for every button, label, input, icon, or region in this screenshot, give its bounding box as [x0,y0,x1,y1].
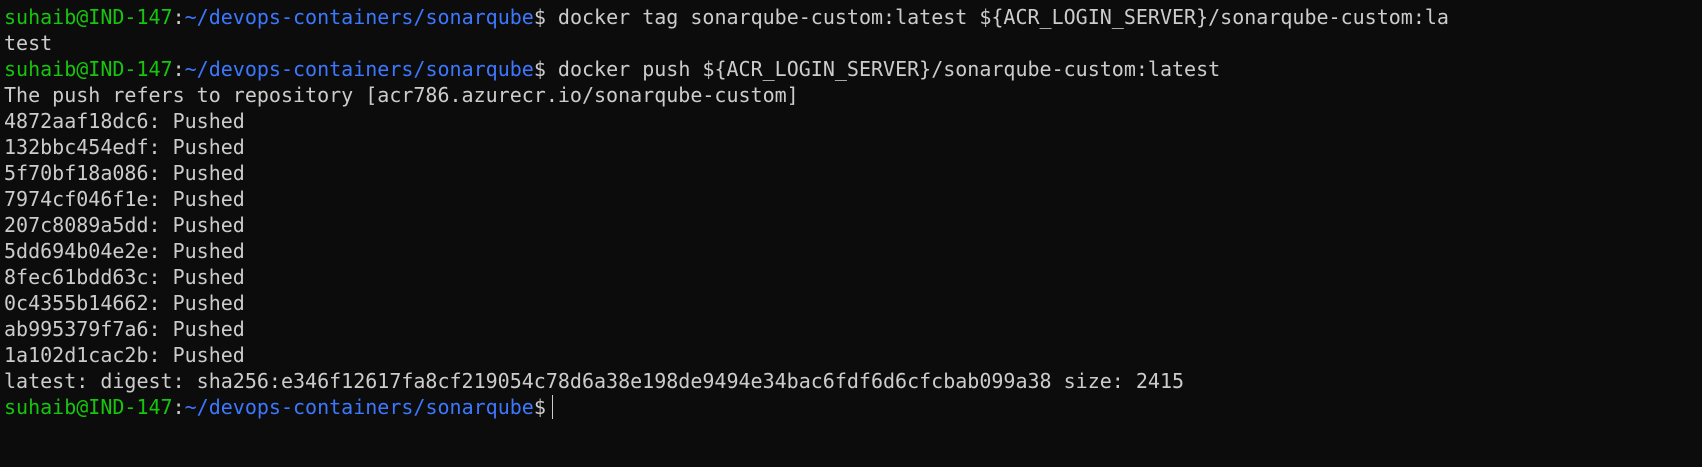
output-line-layer: 8fec61bdd63c: Pushed [4,265,245,289]
prompt-path: ~/devops-containers/sonarqube [184,57,534,81]
command-text: docker push ${ACR_LOGIN_SERVER}/sonarqub… [545,57,1221,81]
command-text: docker tag sonarqube-custom:latest ${ACR… [545,5,1449,29]
output-line-layer: 4872aaf18dc6: Pushed [4,109,245,133]
output-line-layer: ab995379f7a6: Pushed [4,317,245,341]
prompt-symbol: $ [533,395,546,419]
prompt-symbol: $ [533,5,546,29]
prompt-line-tag: suhaib@IND-147:~/devops-containers/sonar… [4,5,1449,29]
output-line-layer: 0c4355b14662: Pushed [4,291,245,315]
output-line-digest: latest: digest: sha256:e346f12617fa8cf21… [4,369,1185,393]
output-line-layer: 132bbc454edf: Pushed [4,135,245,159]
output-line-layer: 5f70bf18a086: Pushed [4,161,245,185]
output-line-layer: 1a102d1cac2b: Pushed [4,343,245,367]
text-cursor[interactable] [551,395,553,419]
terminal-window[interactable]: suhaib@IND-147:~/devops-containers/sonar… [0,0,1702,467]
prompt-path: ~/devops-containers/sonarqube [184,395,534,419]
prompt-user-host: suhaib@IND-147 [4,395,173,419]
prompt-user-host: suhaib@IND-147 [4,57,173,81]
output-line-layer: 5dd694b04e2e: Pushed [4,239,245,263]
prompt-user-host: suhaib@IND-147 [4,5,173,29]
prompt-symbol: $ [533,57,546,81]
prompt-line-current[interactable]: suhaib@IND-147:~/devops-containers/sonar… [4,394,1702,420]
output-line-push-refers: The push refers to repository [acr786.az… [4,83,799,107]
command-wrap-line: test [4,30,1702,56]
terminal-output: suhaib@IND-147:~/devops-containers/sonar… [4,4,1702,420]
prompt-line-push: suhaib@IND-147:~/devops-containers/sonar… [4,57,1221,81]
output-line-layer: 207c8089a5dd: Pushed [4,213,245,237]
prompt-path: ~/devops-containers/sonarqube [184,5,534,29]
command-text-wrapped: test [4,31,53,55]
output-line-layer: 7974cf046f1e: Pushed [4,187,245,211]
